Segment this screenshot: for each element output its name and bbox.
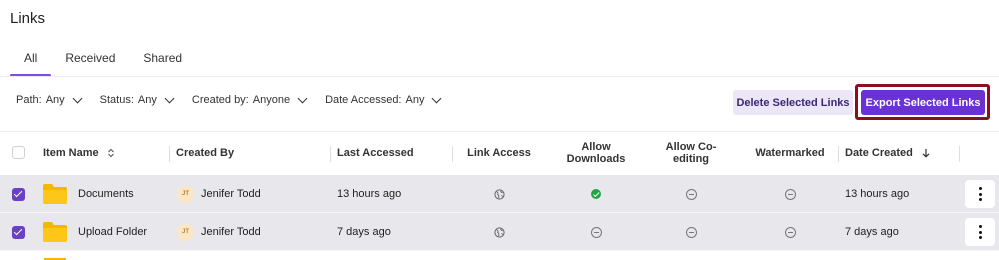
last-accessed-cell: 7 days ago [337, 226, 391, 238]
link-access-cell [489, 213, 509, 251]
status-filter-label: Status: [99, 94, 134, 106]
tab-shared[interactable]: Shared [129, 51, 196, 77]
select-all-checkbox[interactable] [12, 146, 25, 159]
kebab-dot [978, 225, 982, 228]
minus-circle-icon [784, 188, 796, 200]
created-by-filter[interactable]: Created by: Anyone [191, 93, 310, 106]
column-separator [452, 146, 453, 162]
kebab-dot [978, 230, 982, 234]
date-created-header[interactable]: Date Created [845, 132, 931, 174]
filter-bar: Path: Any Status: Any Created by: Anyone… [16, 93, 444, 106]
tab-all[interactable]: All [10, 51, 52, 77]
minus-circle-icon [784, 226, 796, 238]
page-title: Links [10, 10, 46, 27]
allow-coediting-header: Allow Co-editing [665, 141, 717, 165]
column-separator [838, 146, 839, 162]
status-filter[interactable]: Status: Any [99, 93, 177, 106]
tab-bar: All Received Shared [10, 51, 196, 77]
table-row[interactable]: Upload Folder JT Jenifer Todd 7 days ago… [0, 213, 999, 251]
row-checkbox[interactable] [12, 226, 25, 239]
allow-downloads-cell [586, 213, 606, 251]
allow-downloads-cell [586, 175, 606, 213]
created-by-cell: JT Jenifer Todd [177, 175, 261, 213]
date-accessed-filter[interactable]: Date Accessed: Any [325, 93, 444, 106]
kebab-dot [978, 236, 982, 239]
date-created-header-label: Date Created [845, 147, 913, 159]
item-name-header[interactable]: Item Name [43, 132, 117, 174]
path-filter-label: Path: [16, 94, 42, 106]
status-filter-value: Any [137, 94, 157, 106]
date-accessed-filter-value: Any [405, 94, 425, 106]
watermarked-header: Watermarked [755, 147, 825, 159]
folder-icon [43, 222, 67, 242]
row-checkbox[interactable] [12, 188, 25, 201]
check-circle-icon [591, 189, 601, 199]
date-created-cell: 13 hours ago [845, 188, 910, 200]
watermarked-cell [780, 213, 800, 251]
link-access-header: Link Access [467, 147, 531, 159]
allow-downloads-header: Allow Downloads [566, 141, 626, 165]
column-separator [330, 146, 331, 162]
globe-icon [493, 188, 505, 200]
path-filter-value: Any [45, 94, 65, 106]
sort-icon [107, 148, 114, 158]
creator-name: Jenifer Todd [201, 188, 261, 200]
item-name-header-label: Item Name [43, 147, 99, 159]
path-filter[interactable]: Path: Any [16, 93, 85, 106]
watermarked-cell [780, 175, 800, 213]
allow-coediting-cell [681, 175, 701, 213]
avatar: JT [177, 223, 194, 241]
creator-name: Jenifer Todd [201, 226, 261, 238]
column-separator [169, 146, 170, 162]
arrow-down-icon [922, 149, 930, 158]
export-selected-links-button[interactable]: Export Selected Links [861, 90, 985, 115]
minus-circle-icon [685, 188, 697, 200]
chevron-down-icon [297, 93, 308, 103]
tab-received[interactable]: Received [51, 51, 129, 77]
chevron-down-icon [164, 93, 175, 103]
avatar: JT [177, 185, 194, 203]
minus-circle-icon [685, 226, 697, 238]
delete-selected-links-button[interactable]: Delete Selected Links [733, 90, 853, 115]
minus-circle-icon [590, 226, 602, 238]
chevron-down-icon [72, 93, 83, 103]
chevron-down-icon [432, 93, 442, 103]
created-by-filter-label: Created by: [191, 94, 249, 106]
row-actions-button[interactable] [965, 218, 995, 246]
last-accessed-header: Last Accessed [337, 147, 414, 159]
globe-icon [493, 226, 505, 238]
kebab-dot [978, 192, 982, 196]
created-by-filter-value: Anyone [252, 94, 291, 106]
table-header: Item Name Created By Last Accessed Link … [0, 131, 999, 173]
link-access-cell [489, 175, 509, 213]
date-created-cell: 7 days ago [845, 226, 899, 238]
item-name[interactable]: Upload Folder [78, 213, 147, 251]
last-accessed-cell: 13 hours ago [337, 188, 402, 200]
date-accessed-filter-label: Date Accessed: [325, 94, 402, 106]
row-actions-button[interactable] [965, 180, 995, 208]
kebab-dot [978, 198, 982, 201]
table-row[interactable]: Documents JT Jenifer Todd 13 hours ago 1… [0, 175, 999, 213]
column-separator [959, 146, 960, 162]
item-name[interactable]: Documents [78, 175, 134, 213]
folder-icon [43, 184, 67, 204]
kebab-dot [978, 187, 982, 190]
created-by-cell: JT Jenifer Todd [177, 213, 261, 251]
tabs-divider [0, 76, 999, 77]
allow-coediting-cell [681, 213, 701, 251]
created-by-header: Created By [176, 147, 235, 159]
